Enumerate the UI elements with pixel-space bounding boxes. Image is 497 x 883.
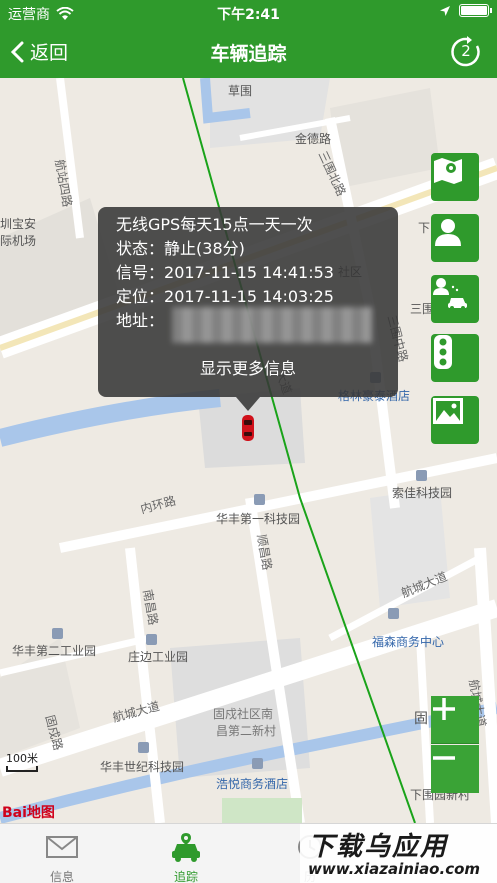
status-bar: 运营商 下午2:41 [0,0,497,26]
map-view[interactable]: 草围 金德路 三围北路 航站四路 圳宝安 际机场 下 社区 三围 三围中路 大道… [0,78,497,823]
address-value-blurred [172,307,372,343]
mail-icon [46,836,78,858]
map-scale-label: 100米 [6,752,38,765]
tab-bar: 信息 追踪 历 下载乌应用 www.xiazainiao.com [0,823,497,883]
building-poi-icon [138,742,149,753]
map-label: 际机场 [0,234,37,248]
watermark-url: www.xiazainiao.com [308,860,481,878]
traffic-button[interactable] [431,334,479,382]
signal-label: 信号： [116,263,165,282]
map-label: 庄边工业园 [128,650,189,664]
nav-bar: 返回 车辆追踪 2 [0,26,497,78]
building-poi-icon [416,470,427,481]
map-label: 昌第二新村 [216,724,277,738]
vehicle-marker-icon[interactable] [240,414,256,442]
building-poi-icon [254,494,265,505]
picture-icon [433,398,463,424]
building-poi-icon [388,608,399,619]
show-more-info-button[interactable]: 显示更多信息 [98,355,398,379]
battery-icon [459,4,492,17]
zoom-out-button[interactable] [431,745,479,793]
status-time: 下午2:41 [217,7,280,23]
building-poi-icon [146,634,157,645]
tab-label: 追踪 [173,870,198,883]
locate-row: 定位：2017-11-15 14:03:25 [116,283,334,307]
status-value: 静止(38分) [164,239,245,258]
map-mode-button[interactable] [431,153,479,201]
map-label: 浩悦商务酒店 [216,777,289,791]
map-label: 圳宝安 [0,217,37,231]
map-label: 下 [418,221,431,235]
device-description: 无线GPS每天15点一天一次 [116,215,313,234]
tab-label: 信息 [49,870,74,883]
top-bar: 运营商 下午2:41 返回 车辆追踪 2 [0,0,497,78]
status-row: 状态：静止(38分) [116,235,245,259]
baidu-map-logo: Bai地图 [2,805,55,821]
satellite-view-button[interactable] [431,396,479,444]
plus-icon [433,698,455,720]
map-label: 华丰第二工业园 [12,644,97,658]
map-label: 华丰世纪科技园 [100,760,185,774]
page-title: 车辆追踪 [210,43,287,65]
traffic-light-icon [434,335,452,369]
map-label: 草围 [228,84,253,98]
map-label: 索佳科技园 [392,486,453,500]
user-location-button[interactable] [431,214,479,262]
zoom-in-button[interactable] [431,696,479,744]
status-label: 状态： [116,239,165,258]
address-row: 地址： [116,307,164,331]
download-site-watermark: 下载乌应用 www.xiazainiao.com [300,824,497,883]
map-scale-bar [6,766,38,772]
tab-info[interactable]: 信息 [0,828,124,883]
locate-label: 定位： [116,287,165,306]
map-label: 固戍社区南 [213,707,274,721]
address-label: 地址： [116,311,165,330]
hotel-poi-icon [252,758,263,769]
signal-value: 2017-11-15 14:41:53 [164,263,334,282]
car-track-icon [172,833,200,862]
location-arrow-icon [440,5,450,16]
map-label: 福森商务中心 [372,635,445,649]
map-label: 金德路 [295,132,332,146]
person-and-car-button[interactable] [431,275,479,323]
locate-value: 2017-11-15 14:03:25 [164,287,334,306]
tab-track[interactable]: 追踪 [124,828,248,883]
signal-row: 信号：2017-11-15 14:41:53 [116,259,334,283]
refresh-countdown-button[interactable]: 2 [449,35,483,69]
building-poi-icon [52,628,63,639]
vehicle-info-popup: 无线GPS每天15点一天一次 状态：静止(38分) 信号：2017-11-15 … [98,207,398,411]
person-car-icon [433,278,467,310]
refresh-count: 2 [461,42,471,60]
watermark-title: 下载乌应用 [308,832,449,862]
map-label: 华丰第一科技园 [216,512,301,526]
person-icon [435,219,461,246]
minus-icon [433,756,455,760]
map-icon [434,158,462,184]
map-label: 固 [414,711,428,727]
